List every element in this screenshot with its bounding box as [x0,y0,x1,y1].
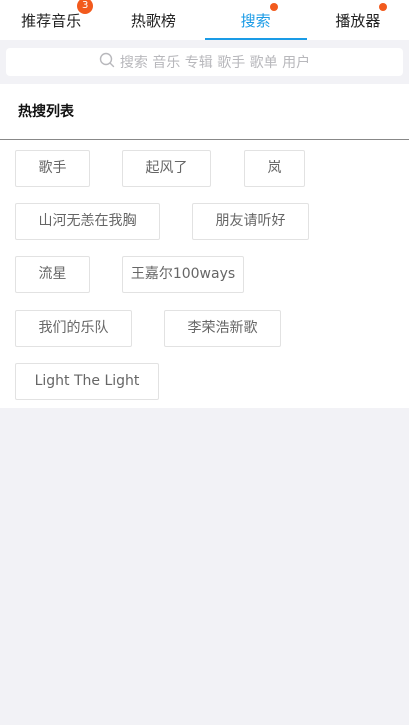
tab-search[interactable]: 搜索 [204,0,308,40]
hot-search-tag[interactable]: 李荣浩新歌 [164,310,281,347]
tab-bar: 推荐音乐 3 热歌榜 搜索 播放器 [0,0,409,40]
tab-label: 热歌榜 [130,11,176,30]
search-placeholder: 搜索 音乐 专辑 歌手 歌单 用户 [119,55,311,71]
notification-dot [269,2,278,11]
hot-search-tag[interactable]: 山河无恙在我胸 [15,203,160,240]
hot-search-tag[interactable]: 岚 [244,150,305,187]
hot-search-tags: 歌手 起风了 岚 山河无恙在我胸 朋友请听好 流星 王嘉尔100ways 我们的… [0,141,409,401]
hot-search-tag[interactable]: 歌手 [15,150,90,187]
search-icon [99,52,120,72]
hot-search-tag[interactable]: 王嘉尔100ways [122,256,244,293]
app-root: 推荐音乐 3 热歌榜 搜索 播放器 搜索 音乐 专辑 歌手 歌单 用户 热搜列表… [0,0,409,725]
hot-search-section: 热搜列表 歌手 起风了 岚 山河无恙在我胸 朋友请听好 流星 王嘉尔100way… [0,84,409,408]
hot-search-tag[interactable]: 朋友请听好 [192,203,309,240]
hot-search-tag[interactable]: 流星 [15,256,90,293]
notification-badge: 3 [77,0,94,14]
tab-label: 播放器 [335,11,381,30]
tab-player[interactable]: 播放器 [307,0,409,40]
tab-hot-songs[interactable]: 热歌榜 [102,0,204,40]
tab-recommended-music[interactable]: 推荐音乐 3 [0,0,102,40]
hot-search-tag[interactable]: 我们的乐队 [15,310,132,347]
tab-label: 推荐音乐 [21,11,82,30]
search-bar-container: 搜索 音乐 专辑 歌手 歌单 用户 [0,40,409,84]
search-input[interactable]: 搜索 音乐 专辑 歌手 歌单 用户 [6,48,403,76]
hot-search-tag[interactable]: 起风了 [122,150,211,187]
hot-search-tag[interactable]: Light The Light [15,363,159,400]
tab-label: 搜索 [240,11,271,30]
notification-dot [379,2,388,11]
hot-search-title: 热搜列表 [0,84,409,140]
